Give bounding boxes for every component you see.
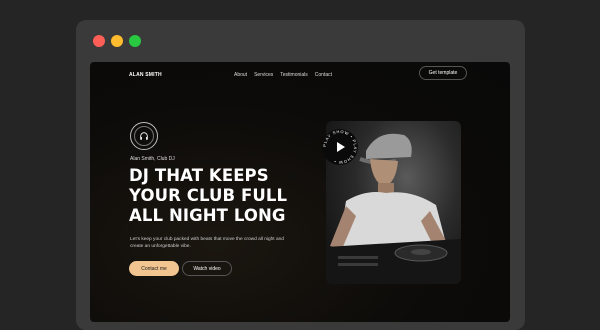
minimize-window-button[interactable] xyxy=(111,35,123,47)
get-template-button[interactable]: Get template xyxy=(419,66,467,80)
headline-line-1: DJ THAT KEEPS xyxy=(129,166,269,185)
nav-item-testimonials[interactable]: Testimonials xyxy=(280,72,308,78)
maximize-window-button[interactable] xyxy=(129,35,141,47)
website-preview: ALAN SMITH About Services Testimonials C… xyxy=(90,62,510,322)
contact-me-button[interactable]: Contact me xyxy=(129,261,179,276)
hero-description: Let's keep your club packed with beats t… xyxy=(130,237,284,249)
logo-inner-ring xyxy=(134,126,154,146)
nav-item-services[interactable]: Services xyxy=(254,72,273,78)
headline-line-2: YOUR CLUB FULL xyxy=(129,186,288,205)
hero-headline: DJ THAT KEEPS YOUR CLUB FULL ALL NIGHT L… xyxy=(129,166,304,226)
hero-subtitle: Alan Smith, Club DJ xyxy=(130,156,175,162)
close-window-button[interactable] xyxy=(93,35,105,47)
brand-logo[interactable]: ALAN SMITH xyxy=(129,72,162,78)
browser-window: ALAN SMITH About Services Testimonials C… xyxy=(76,20,525,330)
watch-video-button[interactable]: Watch video xyxy=(182,261,232,276)
logo-badge xyxy=(130,122,158,150)
nav-item-contact[interactable]: Contact xyxy=(315,72,332,78)
headline-line-3: ALL NIGHT LONG xyxy=(129,206,286,225)
nav-item-about[interactable]: About xyxy=(234,72,247,78)
play-video-badge[interactable]: PLAY SHOW • PLAY SHOW • xyxy=(321,128,359,166)
headphones-icon xyxy=(140,132,148,140)
nav-menu: About Services Testimonials Contact xyxy=(234,72,332,78)
play-icon: PLAY SHOW • PLAY SHOW • xyxy=(322,129,358,165)
